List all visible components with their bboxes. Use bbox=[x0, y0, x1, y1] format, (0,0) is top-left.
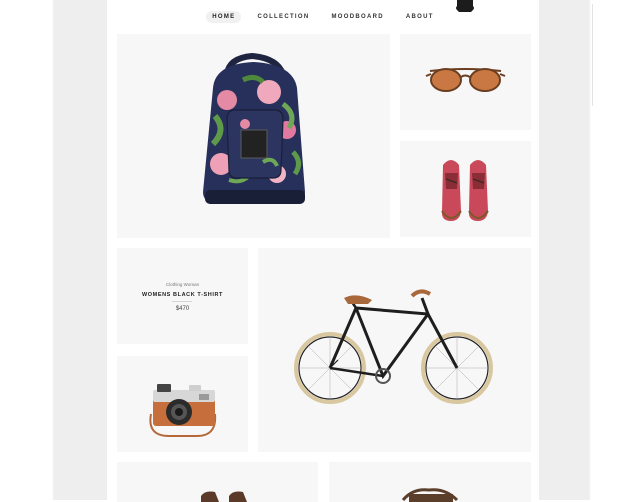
bicycle-image bbox=[294, 289, 493, 404]
shoes-image bbox=[441, 160, 489, 221]
scrollbar[interactable] bbox=[592, 4, 597, 106]
bag-image bbox=[401, 488, 459, 502]
product-card-sunglasses[interactable] bbox=[400, 34, 531, 130]
page-content: HOME COLLECTION MOODBOARD ABOUT Clothing… bbox=[107, 0, 539, 502]
brand-logo-icon[interactable] bbox=[453, 0, 477, 14]
nav-collection[interactable]: COLLECTION bbox=[251, 11, 315, 23]
camera-image bbox=[149, 384, 217, 437]
nav-moodboard[interactable]: MOODBOARD bbox=[325, 11, 389, 23]
product-category: Clothing Woman bbox=[165, 282, 200, 287]
product-title[interactable]: WOMENS BLACK T-SHIRT bbox=[117, 292, 248, 298]
product-card-bicycle[interactable] bbox=[258, 248, 531, 452]
boots-image bbox=[201, 491, 247, 502]
product-price: $470 bbox=[175, 306, 190, 312]
backpack-image bbox=[203, 52, 305, 204]
product-card-camera[interactable] bbox=[117, 356, 248, 452]
right-backdrop bbox=[539, 0, 640, 500]
left-backdrop bbox=[0, 0, 107, 500]
product-card-boots[interactable] bbox=[117, 462, 318, 502]
divider bbox=[172, 301, 192, 302]
product-card-bag[interactable] bbox=[329, 462, 531, 502]
product-info-card[interactable]: Clothing Woman WOMENS BLACK T-SHIRT $470 bbox=[117, 248, 248, 344]
product-card-shoes[interactable] bbox=[400, 141, 531, 237]
nav-home[interactable]: HOME bbox=[206, 11, 242, 23]
product-card-backpack[interactable] bbox=[117, 34, 390, 238]
sunglasses-image bbox=[425, 68, 506, 92]
nav-about[interactable]: ABOUT bbox=[400, 11, 440, 23]
